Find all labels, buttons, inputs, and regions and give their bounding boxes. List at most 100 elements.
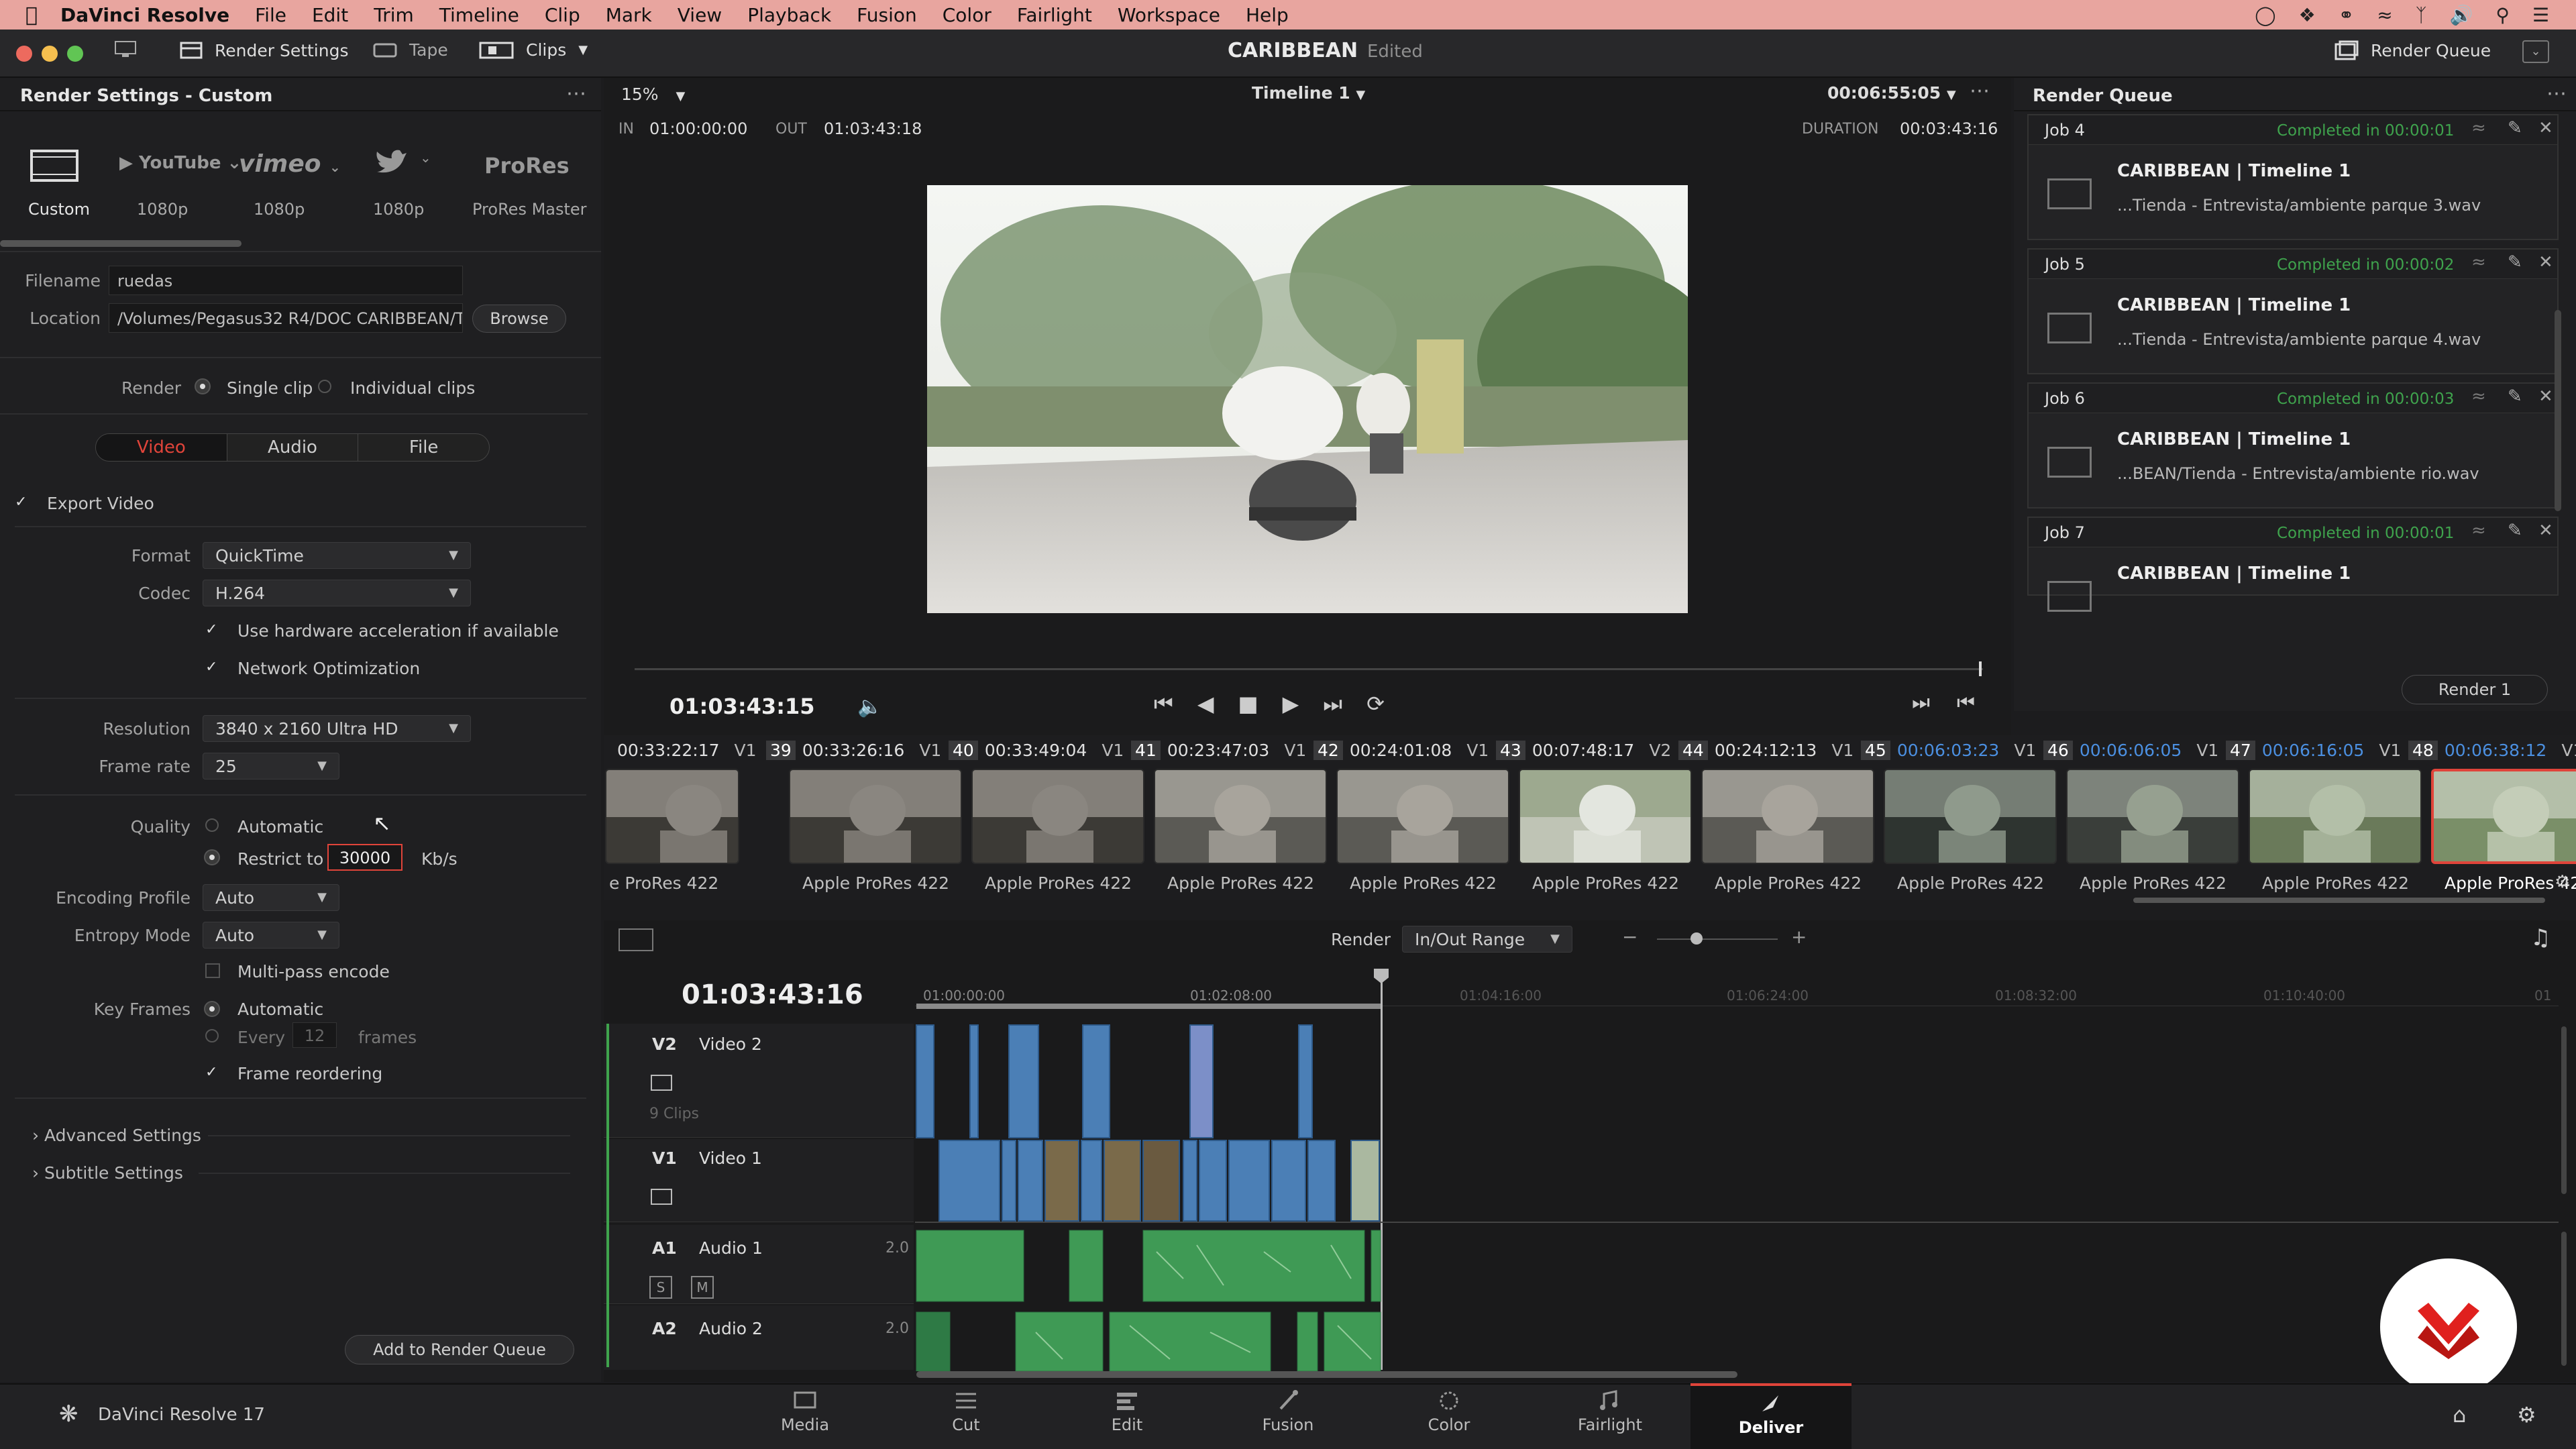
clip-settings-icon[interactable]: ⚙ [2555, 872, 2570, 892]
in-timecode[interactable]: 01:00:00:00 [649, 119, 747, 138]
clip-strip-scrollbar[interactable] [2133, 898, 2545, 903]
viewer-options-icon[interactable]: ⋯ [1970, 79, 1990, 103]
resolution-select[interactable]: 3840 x 2160 Ultra HD ▼ [203, 715, 471, 742]
tab-audio[interactable]: Audio [227, 434, 359, 461]
encoding-profile-select[interactable]: Auto ▼ [203, 884, 339, 911]
clips-toggle[interactable]: Clips ▼ [479, 40, 588, 60]
network-opt-checkbox[interactable]: ✓ [205, 660, 220, 675]
render-job[interactable]: Job 7 Completed in 00:00:01 ≈ ✎ ✕ CARIBBEAN |… [2027, 517, 2559, 612]
codec-select[interactable]: H.264 ▼ [203, 580, 471, 606]
render-all-button[interactable]: Render 1 [2402, 675, 2548, 704]
page-tab-fairlight[interactable]: Fairlight [1529, 1389, 1690, 1434]
tab-file[interactable]: File [358, 434, 489, 461]
in-out-range-bar[interactable] [916, 1004, 1381, 1009]
job-remote-icon[interactable]: ≈ [2471, 252, 2486, 272]
bluetooth-icon[interactable]: ᛉ [2416, 4, 2427, 26]
zoom-slider-track[interactable] [1657, 938, 1778, 940]
remove-job-icon[interactable]: ✕ [2538, 521, 2553, 541]
clip-thumbnail[interactable] [605, 769, 739, 864]
menu-file[interactable]: File [255, 4, 286, 26]
sync-icon[interactable]: ⚭ [2339, 4, 2354, 26]
clip-thumbnail[interactable] [1519, 769, 1692, 864]
subtitle-settings-toggle[interactable]: › Subtitle Settings [32, 1163, 183, 1183]
keyframes-automatic-radio[interactable] [205, 1002, 219, 1016]
mute-a1-button[interactable]: M [691, 1276, 714, 1299]
keyframes-every-radio[interactable] [205, 1029, 219, 1042]
menu-playback[interactable]: Playback [747, 4, 831, 26]
audio-vscrollbar[interactable] [2561, 1232, 2567, 1366]
page-tab-media[interactable]: Media [724, 1389, 885, 1434]
advanced-settings-toggle[interactable]: › Advanced Settings [32, 1126, 201, 1145]
edit-job-icon[interactable]: ✎ [2508, 386, 2522, 407]
menu-fairlight[interactable]: Fairlight [1017, 4, 1092, 26]
render-job[interactable]: Job 4 Completed in 00:00:01 ≈ ✎ ✕ CARIBBEAN |… [2027, 114, 2559, 240]
zoom-select[interactable]: 15% ▼ [621, 85, 685, 104]
page-tab-cut[interactable]: Cut [885, 1389, 1046, 1434]
zoom-in-icon[interactable]: + [1791, 926, 1807, 948]
audio-meter-icon[interactable]: ♫ [2530, 924, 2551, 951]
home-icon[interactable]: ⌂ [2453, 1402, 2466, 1428]
preset-scrollbar[interactable] [0, 240, 241, 247]
clip-thumbnail[interactable] [1884, 769, 2057, 864]
play-reverse-icon[interactable]: ◀ [1197, 691, 1214, 717]
track-v2-enable-icon[interactable] [651, 1075, 672, 1091]
keyframes-every-input[interactable]: 12 [292, 1022, 337, 1048]
expand-panel-icon[interactable]: ⌄ [2522, 40, 2549, 63]
frame-reorder-checkbox[interactable]: ✓ [205, 1065, 220, 1080]
timeline-tracks[interactable] [915, 1024, 2559, 1371]
vimeo-logo[interactable]: vimeo ⌄ [239, 150, 341, 178]
clip-thumbnail[interactable] [1154, 769, 1327, 864]
more-options-icon[interactable]: ⋯ [566, 82, 586, 105]
menu-timeline[interactable]: Timeline [439, 4, 519, 26]
page-tab-deliver[interactable]: Deliver [1690, 1383, 1851, 1449]
clip-thumbnail[interactable] [2431, 769, 2576, 864]
track-name-a2[interactable]: Audio 2 [699, 1319, 763, 1338]
remove-job-icon[interactable]: ✕ [2538, 252, 2553, 272]
menu-view[interactable]: View [678, 4, 722, 26]
menu-help[interactable]: Help [1246, 4, 1289, 26]
track-name-v1[interactable]: Video 1 [699, 1148, 762, 1168]
export-video-checkbox[interactable]: ✓ [15, 495, 30, 510]
remove-job-icon[interactable]: ✕ [2538, 386, 2553, 407]
framerate-select[interactable]: 25 ▼ [203, 753, 339, 780]
loop-icon[interactable]: ⟳ [1366, 691, 1385, 717]
render-job[interactable]: Job 5 Completed in 00:00:02 ≈ ✎ ✕ CARIBBEAN |… [2027, 248, 2559, 374]
youtube-logo[interactable]: ▶ YouTube ⌄ [119, 153, 241, 173]
multipass-checkbox[interactable] [205, 963, 220, 978]
menu-trim[interactable]: Trim [374, 4, 414, 26]
timeline-view-icon[interactable] [619, 928, 653, 951]
edit-job-icon[interactable]: ✎ [2508, 521, 2522, 541]
filename-input[interactable]: ruedas [109, 266, 463, 295]
page-tab-fusion[interactable]: Fusion [1208, 1389, 1368, 1434]
render-settings-toggle[interactable]: Render Settings [180, 40, 349, 60]
jump-to-end-icon[interactable]: ⏭ [1323, 691, 1342, 717]
add-to-render-queue-button[interactable]: Add to Render Queue [345, 1335, 574, 1364]
restrict-bitrate-input[interactable]: 30000 [327, 844, 402, 871]
volume-icon[interactable]: 🔈 [857, 695, 882, 718]
volume-icon[interactable]: 🔊 [2450, 4, 2473, 26]
clip-thumbnail[interactable] [2066, 769, 2239, 864]
close-window-button[interactable] [16, 46, 32, 62]
entropy-select[interactable]: Auto ▼ [203, 922, 339, 949]
browse-button[interactable]: Browse [472, 305, 566, 333]
menu-workspace[interactable]: Workspace [1118, 4, 1220, 26]
dropbox-icon[interactable]: ❖ [2299, 4, 2316, 26]
clip-thumbnail[interactable] [1336, 769, 1509, 864]
scrubber-bar[interactable] [635, 668, 1983, 670]
out-timecode[interactable]: 01:03:43:18 [824, 119, 922, 138]
stop-icon[interactable]: ■ [1238, 691, 1258, 717]
track-name-v2[interactable]: Video 2 [699, 1034, 762, 1054]
video-preview[interactable] [927, 185, 1688, 613]
previous-clip-icon[interactable]: ⏮ [1957, 691, 1975, 714]
edit-job-icon[interactable]: ✎ [2508, 252, 2522, 272]
edit-job-icon[interactable]: ✎ [2508, 118, 2522, 138]
jump-to-start-icon[interactable]: ⏮ [1154, 691, 1173, 717]
next-clip-icon[interactable]: ⏭ [1912, 691, 1930, 714]
timeline-vscrollbar[interactable] [2561, 1026, 2567, 1194]
job-remote-icon[interactable]: ≈ [2471, 521, 2486, 541]
location-input[interactable]: /Volumes/Pegasus32 R4/DOC CARIBBEAN/Tien [109, 303, 463, 333]
spotlight-search-icon[interactable]: ⚲ [2496, 4, 2510, 26]
wifi-icon[interactable]: ≈ [2377, 4, 2392, 26]
apple-icon[interactable]:  [25, 3, 38, 27]
quality-restrict-radio[interactable] [205, 851, 219, 864]
